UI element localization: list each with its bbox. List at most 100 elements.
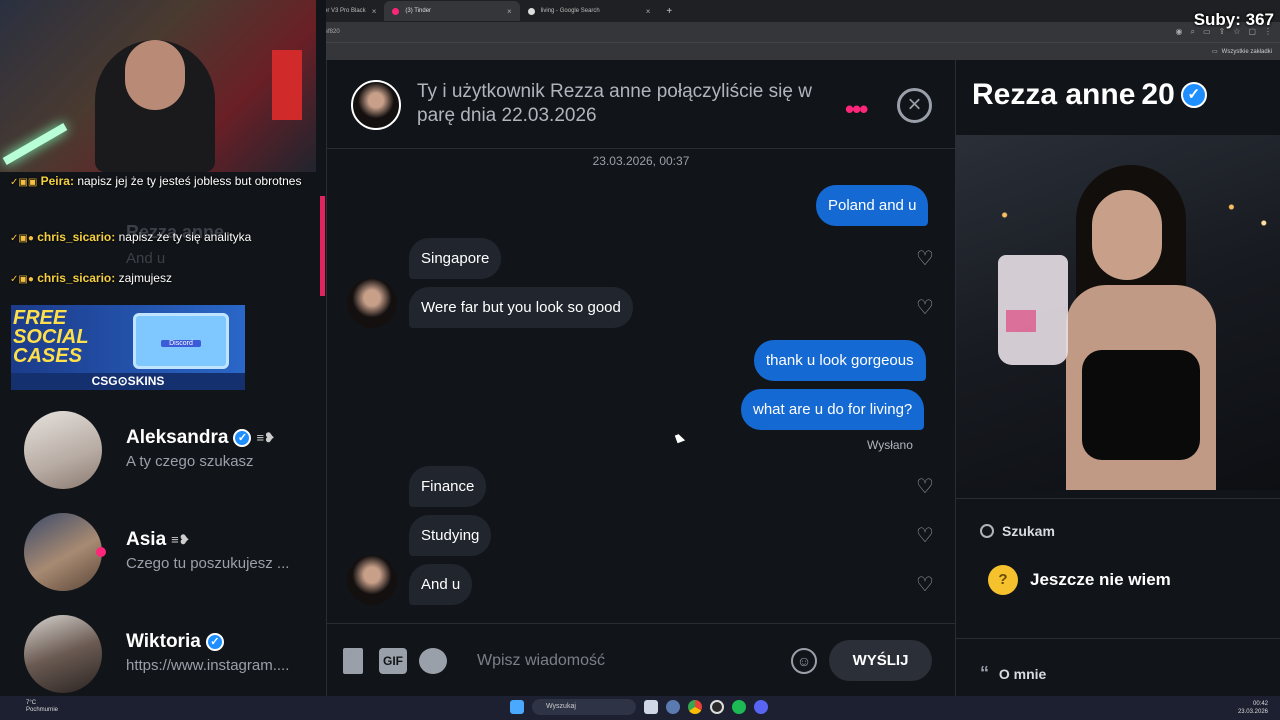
chat-text: napisz że ty się analityka: [118, 230, 252, 244]
heart-icon[interactable]: ♡: [915, 575, 935, 595]
promo-brand: CSG⊙SKINS: [11, 373, 245, 390]
message-bubble-outgoing: what are u do for living?: [741, 389, 925, 430]
match-date-text: Ty i użytkownik Rezza anne połączyliście…: [417, 81, 812, 126]
clock-time: 00:42: [1252, 701, 1268, 707]
browser-tab[interactable]: living - Google Search ×: [520, 1, 659, 21]
promo-headline: FREE SOCIAL CASES: [11, 308, 89, 366]
tab-label: (3) Tinder: [405, 8, 432, 14]
led-light: [2, 123, 68, 165]
close-icon[interactable]: ×: [897, 88, 932, 123]
heart-icon[interactable]: ♡: [915, 526, 935, 546]
case-label: Discord: [161, 340, 201, 347]
sent-status: Wysłano: [867, 438, 913, 452]
message-bubble-incoming: Were far but you look so good: [409, 287, 633, 328]
match-item[interactable]: Asia ≡❥ Czego tu poszukujesz ...: [24, 513, 324, 593]
tab-label: living - Google Search: [540, 8, 600, 14]
message-composer: GIF ☺ WYŚLIJ: [327, 623, 955, 696]
browser-tab-active[interactable]: (3) Tinder ×: [384, 1, 520, 21]
new-tab-icon[interactable]: +: [658, 6, 680, 17]
start-icon[interactable]: [510, 700, 524, 714]
faded-match-message: And u: [126, 250, 166, 267]
close-tab-icon[interactable]: ×: [646, 7, 651, 16]
chrome-icon[interactable]: [688, 700, 702, 714]
spotify-taskbar-icon[interactable]: [732, 700, 746, 714]
verified-badge-icon: ✓: [1180, 82, 1207, 108]
all-bookmarks-link[interactable]: Wszystkie zakładki: [1222, 49, 1272, 55]
avatar: [24, 615, 102, 693]
profile-age: 20: [1141, 78, 1175, 111]
close-tab-icon[interactable]: ×: [507, 7, 512, 16]
chat-nick: chris_sicario:: [37, 230, 116, 244]
chat-badges-icon: ✓▣●: [10, 233, 34, 244]
conversation-header: Ty i użytkownik Rezza anne połączyliście…: [327, 60, 955, 149]
bookmarks-bar: ▭ Wszystkie zakładki: [316, 42, 1280, 60]
match-last-message: https://www.instagram....: [126, 657, 290, 674]
match-item[interactable]: Wiktoria ✓ https://www.instagram....: [24, 615, 324, 695]
message-input[interactable]: [477, 648, 777, 674]
chat-text: zajmujesz: [118, 271, 172, 285]
heart-icon[interactable]: ♡: [915, 298, 935, 318]
wave-icon: ≡❥: [256, 430, 275, 445]
spotify-icon[interactable]: [419, 648, 447, 674]
looking-for-label: Szukam: [980, 523, 1055, 539]
system-tray[interactable]: 00:42 23.03.2026: [1238, 700, 1268, 716]
matches-sidebar: Rezza anne And u ✓▣▣ Peira: napisz jej ż…: [0, 0, 326, 696]
avatar: [24, 411, 102, 489]
app-icon[interactable]: [666, 700, 680, 714]
thinking-face-icon: ?: [988, 565, 1018, 595]
message-bubble-incoming: And u: [409, 564, 473, 605]
close-tab-icon[interactable]: ×: [372, 7, 377, 16]
active-indicator: [320, 196, 325, 296]
match-name-text: Wiktoria: [126, 631, 201, 652]
about-me-section: “ O mnie: [980, 663, 1046, 684]
photo-face: [1092, 190, 1162, 280]
heart-icon[interactable]: ♡: [915, 249, 935, 269]
avatar[interactable]: [351, 80, 401, 130]
address-bar[interactable]: 17ef820 ◉ ⌕ ▭ ⇪ ☆ ▢ ⋮: [316, 22, 1280, 42]
discord-icon[interactable]: [754, 700, 768, 714]
avatar: [24, 513, 102, 591]
search-icon: [980, 524, 994, 538]
stream-chat-line: ✓▣● chris_sicario: napisz że ty się anal…: [10, 229, 310, 247]
task-view-icon[interactable]: [644, 700, 658, 714]
looking-for-value-text: Jeszcze nie wiem: [1030, 570, 1171, 589]
match-item[interactable]: Aleksandra ✓ ≡❥ A ty czego szukasz: [24, 411, 324, 491]
taskbar-search[interactable]: Wyszukaj: [532, 699, 636, 715]
divider: [956, 498, 1280, 499]
tinder-favicon-icon: [392, 7, 400, 15]
message-timestamp: 23.03.2026, 00:37: [592, 154, 690, 168]
match-name: Wiktoria ✓: [126, 631, 224, 653]
browser-tab-bar: er V3 Pro Black × (3) Tinder × living - …: [316, 0, 1280, 22]
browser-tab[interactable]: er V3 Pro Black ×: [316, 1, 384, 21]
match-last-message: Czego tu poszukujesz ...: [126, 555, 290, 572]
message-bubble-incoming: Singapore: [409, 238, 502, 279]
profile-photo[interactable]: [956, 135, 1280, 490]
contact-card-icon[interactable]: [343, 648, 363, 674]
profile-name: Rezza anne 20 ✓: [972, 78, 1207, 112]
subs-counter: Suby: 367: [1193, 10, 1274, 29]
obs-icon[interactable]: [710, 700, 724, 714]
taskbar-apps: Wyszukaj: [510, 699, 768, 715]
profile-panel: Rezza anne 20 ✓ Szukam ? Jeszcze nie wie…: [956, 60, 1280, 696]
gif-icon[interactable]: GIF: [379, 648, 407, 674]
match-name-text: Asia: [126, 529, 167, 550]
send-button[interactable]: WYŚLIJ: [829, 640, 932, 681]
weather-widget[interactable]: 7°C Pochmurnie: [8, 700, 58, 714]
windows-taskbar: 7°C Pochmurnie Wyszukaj 00:42 23.03.2026: [0, 696, 1280, 720]
weather-desc: Pochmurnie: [26, 707, 59, 713]
heart-icon[interactable]: ♡: [915, 477, 935, 497]
more-options-icon[interactable]: •••: [845, 94, 868, 125]
promo-banner[interactable]: FREE SOCIAL CASES Discord CSG⊙SKINS: [11, 305, 245, 390]
match-name-text: Aleksandra: [126, 427, 229, 448]
conversation-panel: Ty i użytkownik Rezza anne połączyliście…: [326, 60, 956, 696]
chat-nick: Peira:: [40, 174, 74, 188]
divider: [956, 638, 1280, 639]
stream-chat-line: ✓▣▣ Peira: napisz jej że ty jesteś joble…: [10, 173, 310, 191]
chat-nick: chris_sicario:: [37, 271, 116, 285]
emoji-icon[interactable]: ☺: [791, 648, 817, 674]
message-bubble-outgoing: thank u look gorgeous: [754, 340, 926, 381]
photo-cup: [998, 255, 1068, 365]
photo-top: [1082, 350, 1200, 460]
location-icon[interactable]: ◉: [1176, 27, 1183, 37]
chat-badges-icon: ✓▣▣: [10, 177, 38, 188]
